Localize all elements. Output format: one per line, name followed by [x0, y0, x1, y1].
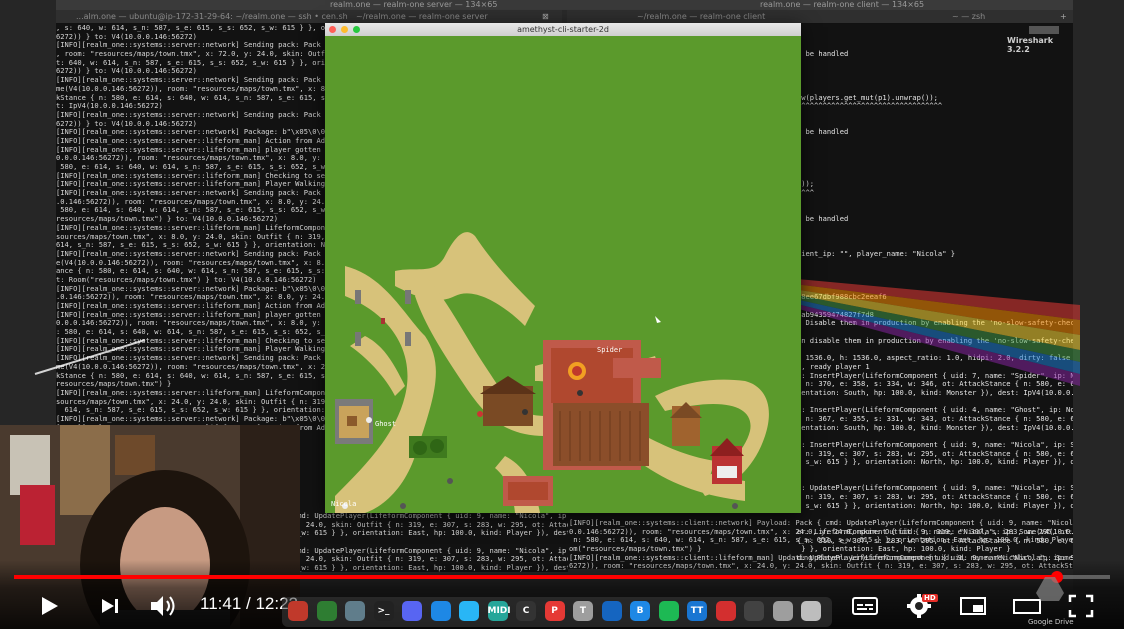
client-log-line: , s_w: 615 } }, orientation: North, hp: … — [797, 457, 1073, 467]
client-log-line: ()); — [797, 179, 815, 189]
client-log-line: ^^^^^^^^^^^^^^^^^^^^^^^^^^^^^^^^^^ — [797, 101, 943, 111]
player-label: Nicola — [331, 500, 356, 508]
hd-badge: HD — [922, 594, 938, 602]
tab-ssh[interactable]: ...alm.one — ubuntu@ip-172-31-29-64: ~/r… — [76, 12, 348, 21]
tab-server[interactable]: ~/realm.one — realm-one server — [356, 12, 488, 21]
drive-label: Google Drive — [1028, 618, 1074, 626]
dock-app-safari-icon[interactable] — [430, 601, 451, 621]
ghost-label: Ghost — [375, 420, 396, 428]
dock-app-telegram-icon[interactable] — [459, 601, 479, 621]
client-log-line — [797, 33, 1073, 42]
overlay-log-line: s_w: 615 } }, orientation: East, hp: 100… — [293, 528, 568, 538]
client-log-line — [797, 198, 1073, 207]
close-tab-icon[interactable]: ⊠ — [542, 12, 549, 21]
client-log-line — [797, 467, 1073, 476]
next-icon — [102, 599, 118, 613]
progress-played — [14, 575, 1058, 579]
zoom-button[interactable] — [353, 26, 360, 33]
dock-app-gray-icon[interactable] — [345, 601, 365, 621]
town-map: Spider Ghost Nicola — [325, 36, 801, 513]
volume-button[interactable] — [148, 592, 178, 620]
volume-icon — [151, 596, 175, 616]
dock-app-dark-icon[interactable] — [744, 601, 764, 621]
client-log-line — [797, 224, 1073, 233]
client-log-line: , s_w: 615 } }, orientation: North, hp: … — [797, 500, 1073, 510]
dock-app-discord-icon[interactable] — [402, 601, 422, 621]
client-log-line — [797, 24, 1073, 33]
game-title-bar: amethyst-cli-starter-2d — [325, 23, 801, 36]
play-button[interactable] — [34, 592, 64, 620]
play-icon — [42, 597, 58, 615]
fullscreen-button[interactable] — [1066, 592, 1096, 620]
client-log-line — [797, 172, 1073, 181]
new-tab-icon[interactable]: + — [1060, 12, 1067, 21]
client-log-line: ientation: South, hp: 100.0, kind: Monst… — [797, 387, 1073, 397]
dock-app-vscode-icon[interactable] — [601, 601, 622, 621]
client-log-line — [797, 137, 1073, 146]
client-log-line: d be handled — [797, 127, 849, 137]
game-window-title: amethyst-cli-starter-2d — [517, 25, 609, 34]
window-title-bar: realm.one — realm-one server — 134×65 re… — [0, 0, 1124, 10]
spider-label: Spider — [597, 346, 622, 354]
captions-button[interactable] — [850, 592, 880, 620]
dock-app-terminal-icon[interactable]: >_ — [373, 601, 394, 621]
client-log-line: d be handled — [797, 49, 849, 59]
client-tab-bar: ~/realm.one — realm-one client ~ — zsh + — [567, 10, 1073, 24]
client-window-title: realm.one — realm-one client — 134×65 — [760, 0, 925, 9]
client-log-line: ^^^^ — [797, 188, 815, 198]
client-log-line — [797, 146, 1073, 155]
dock-app-chrome-icon[interactable] — [316, 601, 337, 621]
dock-app-midi-icon[interactable]: MIDI — [487, 601, 511, 621]
game-window[interactable]: amethyst-cli-starter-2d Spider Ghost Nic… — [325, 23, 801, 513]
client-log-line — [797, 233, 1073, 242]
server-tab-bar: ...alm.one — ubuntu@ip-172-31-29-64: ~/r… — [56, 10, 562, 24]
mac-dock: >_ MIDI C P T B TT — [282, 597, 832, 627]
tab-client[interactable]: ~/realm.one — realm-one client — [637, 12, 765, 21]
game-canvas[interactable]: Spider Ghost Nicola — [325, 36, 801, 513]
fullscreen-icon — [1068, 594, 1094, 618]
dock-app-folder-icon[interactable] — [772, 601, 793, 621]
client-log-line: ientation: South, hp: 100.0, kind: Monst… — [797, 422, 1073, 432]
client-log-line — [797, 76, 1073, 85]
progress-bar[interactable] — [14, 571, 1110, 583]
server-window-title: realm.one — realm-one server — 134×65 — [330, 0, 498, 9]
client-log-line — [797, 154, 1073, 163]
client-log-line: d be handled — [797, 214, 849, 224]
tab-zsh[interactable]: ~ — zsh — [952, 12, 985, 21]
light-streak — [34, 339, 146, 375]
dock-app-b-icon[interactable]: B — [630, 601, 650, 621]
dock-app-t-icon[interactable]: T — [573, 601, 593, 621]
dock-app-c-icon[interactable]: C — [516, 601, 536, 621]
captions-icon — [852, 597, 878, 615]
close-button[interactable] — [329, 26, 336, 33]
dock-app-p-icon[interactable]: P — [544, 601, 565, 621]
dock-app-spotify-icon[interactable] — [658, 601, 679, 621]
dock-app-trash-icon[interactable] — [801, 601, 821, 621]
client-log-line — [797, 163, 1073, 172]
miniplayer-button[interactable] — [958, 592, 988, 620]
miniplayer-icon — [960, 597, 986, 615]
google-drive-icon — [1036, 577, 1064, 601]
client-log-line — [797, 67, 1073, 76]
client-log-line — [797, 59, 1073, 68]
dock-app-red-icon[interactable] — [288, 601, 308, 621]
client-log-line — [797, 111, 1073, 120]
dock-app-tt-icon[interactable]: TT — [687, 601, 707, 621]
next-button[interactable] — [96, 592, 126, 620]
minimize-button[interactable] — [341, 26, 348, 33]
dock-app-red2-icon[interactable] — [715, 601, 736, 621]
